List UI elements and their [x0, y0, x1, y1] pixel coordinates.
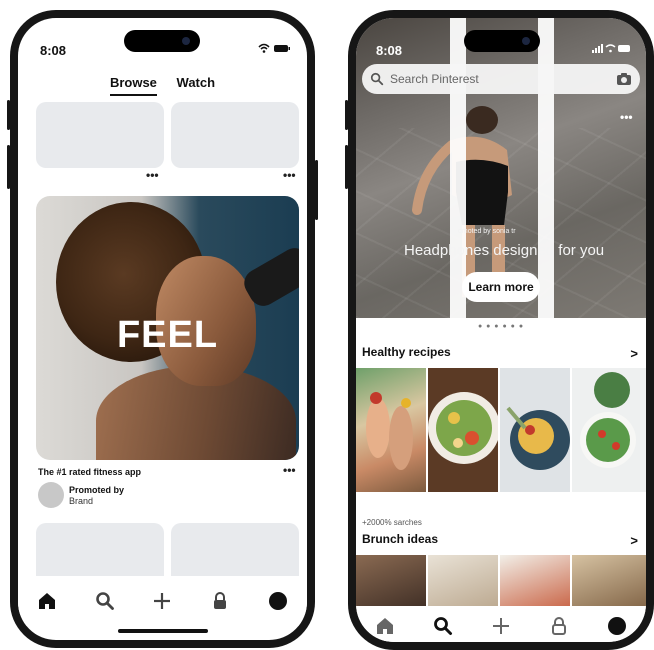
wifi-battery-icon [258, 43, 290, 53]
promoted-by-label: Promoted by [69, 485, 125, 495]
learn-more-button[interactable]: Learn more [462, 272, 540, 302]
lock-icon[interactable] [205, 586, 235, 616]
search-icon[interactable] [90, 586, 120, 616]
volume-button [7, 100, 10, 130]
plus-icon[interactable] [486, 611, 516, 641]
search-icon[interactable] [428, 611, 458, 641]
chevron-right-icon[interactable]: > [630, 346, 638, 361]
camera-icon[interactable] [616, 72, 632, 86]
search-icon [370, 72, 384, 86]
recipe-image[interactable] [428, 368, 498, 492]
app-showcase: 8:08 Browse Watch ••• ••• FEEL The #1 ra… [0, 0, 654, 650]
lock-icon[interactable] [544, 611, 574, 641]
profile-icon[interactable] [263, 586, 293, 616]
power-button [315, 160, 318, 220]
tab-watch[interactable]: Watch [177, 75, 216, 94]
promoted-by-label: omoted by sonia tr [458, 228, 516, 235]
signal-wifi-battery-icon [592, 44, 630, 53]
trend-label: +2000% sarches [362, 518, 422, 527]
bottom-nav [356, 606, 646, 642]
status-icons [257, 42, 291, 54]
banner-headline: Headphones designed for you [404, 242, 605, 259]
search-input[interactable]: Search Pinterest [390, 72, 616, 86]
ad-image[interactable]: FEEL [36, 196, 299, 460]
volume-button [345, 100, 348, 130]
volume-button [7, 145, 10, 189]
home-icon[interactable] [370, 611, 400, 641]
status-time: 8:08 [40, 43, 67, 58]
phone-right: omoted by sonia tr Headphones designed f… [345, 10, 654, 650]
more-options-icon[interactable]: ••• [620, 110, 633, 124]
more-options-icon[interactable]: ••• [283, 463, 296, 477]
ad-title[interactable]: The #1 rated fitness app [38, 467, 141, 477]
carousel-dots[interactable]: ● ● ● ● ● ● [356, 323, 646, 330]
dynamic-island [124, 30, 200, 52]
recipe-image[interactable] [572, 368, 646, 492]
tab-browse[interactable]: Browse [109, 75, 157, 96]
status-time: 8:08 [376, 43, 403, 58]
phone-left-screen: 8:08 Browse Watch ••• ••• FEEL The #1 ra… [18, 18, 307, 640]
camera-icon [182, 37, 190, 45]
camera-icon [522, 37, 530, 45]
ad-overlay-text: FEEL [116, 314, 219, 356]
section-title-healthy-recipes[interactable]: Healthy recipes [362, 345, 451, 359]
search-bar[interactable]: Search Pinterest [362, 64, 640, 94]
chevron-right-icon[interactable]: > [630, 533, 638, 548]
bottom-nav [18, 576, 307, 626]
phone-left: 8:08 Browse Watch ••• ••• FEEL The #1 ra… [7, 10, 318, 648]
recipe-image[interactable] [356, 368, 426, 492]
home-icon[interactable] [32, 586, 62, 616]
athlete-image [412, 100, 522, 300]
feed-tabs: Browse Watch [18, 75, 307, 96]
phone-right-screen: omoted by sonia tr Headphones designed f… [356, 18, 646, 642]
plus-icon[interactable] [147, 586, 177, 616]
promoted-banner[interactable]: omoted by sonia tr Headphones designed f… [356, 18, 646, 318]
recipe-image[interactable] [500, 368, 570, 492]
status-icons [592, 42, 632, 54]
volume-button [345, 145, 348, 189]
section-title-brunch-ideas[interactable]: Brunch ideas [362, 532, 438, 546]
avatar[interactable] [38, 482, 64, 508]
more-options-icon[interactable]: ••• [146, 168, 159, 182]
pin-placeholder[interactable] [36, 102, 164, 168]
pin-placeholder[interactable] [171, 102, 299, 168]
dynamic-island [464, 30, 540, 52]
brand-name[interactable]: Brand [69, 496, 93, 506]
profile-icon[interactable] [602, 611, 632, 641]
home-indicator[interactable] [118, 629, 208, 633]
more-options-icon[interactable]: ••• [283, 168, 296, 182]
